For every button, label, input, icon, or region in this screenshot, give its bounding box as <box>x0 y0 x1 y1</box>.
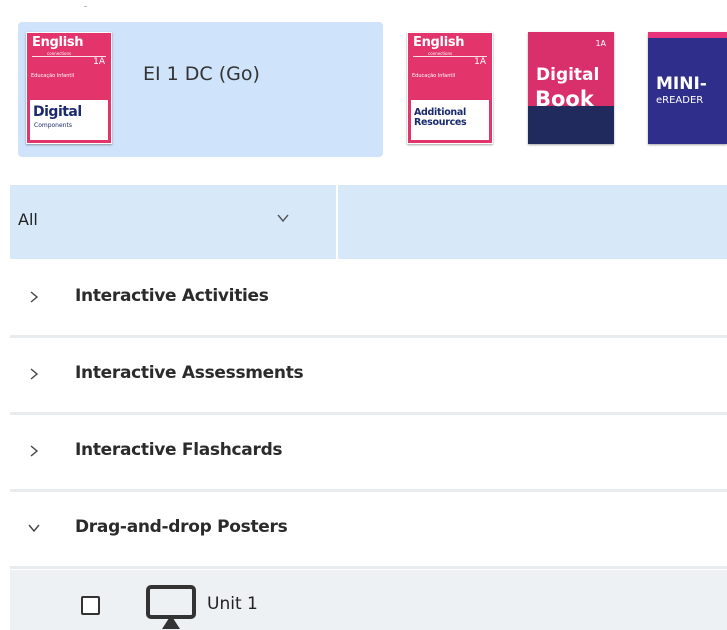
filter-dropdown[interactable]: All <box>10 185 336 259</box>
section-interactive-activities[interactable]: Interactive Activities <box>10 261 727 335</box>
cover-line1: Digital <box>536 65 600 85</box>
section-drag-and-drop-posters[interactable]: Drag-and-drop Posters <box>10 492 727 566</box>
cover-stripe <box>648 32 727 38</box>
chevron-right-icon <box>30 445 39 457</box>
cover-panel-title: Digital <box>33 104 82 120</box>
cover-level: 1A <box>93 57 105 67</box>
divider <box>84 6 87 7</box>
selected-product-card[interactable]: English connections 1A Educação Infantil… <box>18 22 383 157</box>
additional-resources-cover[interactable]: English connections 1A Educação Infantil… <box>407 32 493 144</box>
item-checkbox[interactable] <box>81 596 100 615</box>
monitor-icon <box>146 585 196 629</box>
section-interactive-flashcards[interactable]: Interactive Flashcards <box>10 415 727 489</box>
section-label: Interactive Activities <box>75 286 269 306</box>
digital-book-cover[interactable]: 1A Digital Book <box>528 32 614 144</box>
divider <box>10 566 727 569</box>
product-title: EI 1 DC (Go) <box>143 63 260 85</box>
cover-band <box>528 106 614 144</box>
cover-panel-subtitle: Components <box>34 122 72 129</box>
cover-level: 1A <box>595 39 606 48</box>
cover-edu: Educação Infantil <box>31 73 75 79</box>
filter-bar: All <box>10 185 727 259</box>
section-label: Drag-and-drop Posters <box>75 517 288 537</box>
section-label: Interactive Flashcards <box>75 440 283 460</box>
cover-line1: MINI- <box>656 74 707 94</box>
chevron-down-icon <box>28 524 40 533</box>
product-carousel: English connections 1A Educação Infantil… <box>0 0 727 185</box>
chevron-right-icon <box>30 291 39 303</box>
chevron-down-icon <box>277 214 289 223</box>
cover-panel: Digital Components <box>30 100 108 140</box>
cover-brand: English <box>32 35 84 50</box>
filter-value: All <box>18 210 38 229</box>
section-label: Interactive Assessments <box>75 363 304 383</box>
cover-brand: English <box>413 35 465 50</box>
mini-ereader-cover[interactable]: MINI- eREADER <box>648 32 727 144</box>
cover-level: 1A <box>474 57 486 67</box>
cover-panel-line2: Resources <box>414 117 467 128</box>
cover-line2: Book <box>535 87 594 111</box>
cover-edu: Educação Infantil <box>412 73 456 79</box>
cover-panel: Additional Resources <box>411 100 489 140</box>
chevron-right-icon <box>30 368 39 380</box>
section-interactive-assessments[interactable]: Interactive Assessments <box>10 338 727 412</box>
item-label[interactable]: Unit 1 <box>207 594 258 614</box>
divider <box>336 185 338 259</box>
digital-components-cover: English connections 1A Educação Infantil… <box>26 32 112 144</box>
cover-line2: eREADER <box>656 95 704 106</box>
list-item: Unit 1 <box>10 570 727 630</box>
